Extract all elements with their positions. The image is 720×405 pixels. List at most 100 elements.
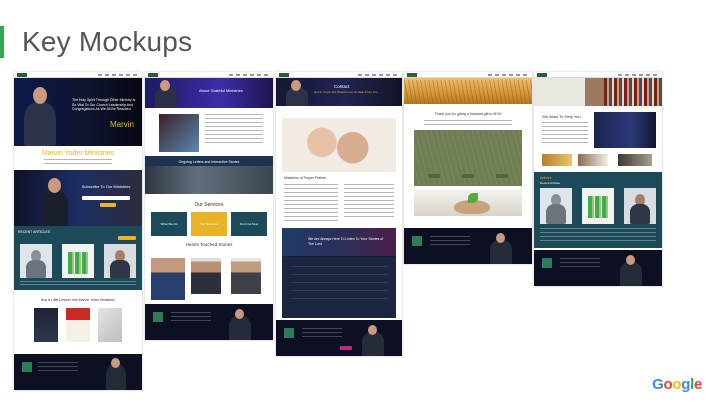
logo-icon: [537, 73, 547, 77]
book-3-image[interactable]: [98, 308, 122, 342]
help-video[interactable]: [594, 112, 656, 148]
service-card-3[interactable]: Find Out Now: [231, 212, 267, 236]
team-photo-1: [151, 258, 185, 300]
mockup-1-books-section: Buy A Little Deeper Into Marvin Yoder Mi…: [14, 290, 142, 354]
help-text: [542, 122, 588, 146]
book-1-image[interactable]: [34, 308, 58, 342]
mockup-4-hero: [404, 72, 532, 104]
bookshelf-image: [604, 78, 662, 106]
contact-form-fields[interactable]: [290, 266, 388, 306]
giving-option-2[interactable]: [462, 174, 474, 178]
hands-image: [282, 118, 396, 172]
article-card-2[interactable]: [582, 188, 614, 224]
article-2-image: [588, 196, 608, 218]
service-card-1-label: What We Do: [160, 222, 178, 226]
footer-person-image: [620, 262, 642, 286]
articles-sub: Recent Articles: [540, 181, 561, 185]
google-logo-letter: g: [681, 376, 691, 393]
book-2-image[interactable]: [66, 308, 90, 342]
mockup-2-nav: [145, 72, 273, 78]
team-photo-2: [191, 258, 221, 294]
wheat-image: [404, 80, 532, 104]
mockup-2-stories-section: Ongoing Letters and Interactive Stories: [145, 156, 273, 194]
google-logo-letter: G: [652, 376, 664, 393]
article-1-body: [26, 260, 46, 278]
resource-thumb-2[interactable]: [578, 154, 608, 166]
footer-person-head: [111, 358, 120, 368]
mockup-1-hero: The Holy Spirit Through Other Ministry I…: [14, 72, 142, 146]
footer-button[interactable]: [340, 346, 352, 350]
service-card-3-label: Find Out Now: [239, 222, 259, 226]
logo-icon: [407, 73, 417, 77]
listen-heading: We Are Always Here To Listen To Your Sto…: [308, 237, 384, 246]
hero-name: Marvin: [110, 120, 135, 129]
team-photo-3: [231, 258, 261, 294]
article-card-3[interactable]: [104, 244, 136, 278]
article-3-body: [630, 204, 650, 224]
service-card-2-label: Our Services: [200, 222, 218, 226]
seedling-leaf: [468, 193, 478, 203]
logo-icon: [279, 73, 289, 77]
mockup-2-about-page: About Grateful Ministries Ongoing Letter…: [145, 72, 273, 340]
google-logo-letter: e: [693, 376, 702, 393]
mockup-4-nav: [404, 72, 532, 78]
footer-person-head: [496, 233, 505, 243]
mockup-5-footer: [534, 250, 662, 286]
resource-thumb-1[interactable]: [542, 154, 572, 166]
service-card-1[interactable]: What We Do: [151, 212, 187, 236]
body-text-right: [344, 184, 394, 218]
article-card-2[interactable]: [62, 244, 94, 278]
footer-person-head: [235, 309, 244, 319]
mockup-2-team-section: Hearts Touched Stories: [145, 242, 273, 304]
google-logo: Google: [652, 376, 702, 393]
view-all-button[interactable]: [118, 236, 136, 240]
mockup-2-hero: About Grateful Ministries: [145, 72, 273, 108]
nav-links: [488, 74, 528, 76]
giving-heading: Thank you for giving a financial gift to…: [434, 112, 502, 116]
giving-option-3[interactable]: [496, 174, 508, 178]
mockup-1-footer: [14, 354, 142, 390]
mockup-4-footer: [404, 228, 532, 264]
books-heading: Buy A Little Deeper Into Marvin Yoder Mi…: [41, 298, 115, 302]
help-heading: We Want To Help You: [542, 114, 581, 119]
article-2-image: [68, 252, 88, 274]
footer-logo-icon: [284, 328, 294, 338]
article-card-1[interactable]: [20, 244, 52, 278]
service-card-2[interactable]: Our Services: [191, 212, 227, 236]
logo-icon: [148, 73, 158, 77]
nav-links: [358, 74, 398, 76]
footer-text: [430, 236, 470, 248]
nav-links: [229, 74, 269, 76]
intro-text: [205, 114, 263, 146]
articles-heading: RECENT ARTICLES: [18, 230, 51, 234]
google-logo-letter: o: [672, 376, 682, 393]
mockup-3-body: Ministries of Prayer Partner: [276, 176, 402, 226]
intro-image: [159, 114, 199, 152]
seedling-image: [414, 190, 522, 216]
subscribe-input[interactable]: [82, 196, 130, 200]
footer-logo-icon: [22, 362, 32, 372]
article-card-1[interactable]: [540, 188, 572, 224]
giving-option-1[interactable]: [428, 174, 440, 178]
subscribe-button[interactable]: [100, 203, 116, 207]
footer-person-image: [490, 240, 512, 264]
footer-person-image: [229, 316, 251, 340]
footer-logo-icon: [153, 312, 163, 322]
article-captions: [540, 228, 656, 242]
hero-quote: The Holy Spirit Through Other Ministry I…: [72, 98, 136, 111]
mockup-4-giving-page: Thank you for giving a financial gift to…: [404, 72, 532, 264]
article-3-body: [110, 260, 130, 278]
team-heading: Hearts Touched Stories: [185, 242, 233, 247]
footer-text: [171, 312, 211, 324]
giving-form[interactable]: [414, 130, 522, 186]
footer-text: [560, 258, 600, 270]
resource-thumb-3[interactable]: [618, 154, 652, 166]
mockup-1-homepage: The Holy Spirit Through Other Ministry I…: [14, 72, 142, 390]
article-card-3[interactable]: [624, 188, 656, 224]
mockup-2-intro: [145, 108, 273, 156]
stories-heading: Ongoing Letters and Interactive Stories: [178, 160, 240, 164]
footer-logo-icon: [542, 258, 552, 268]
hero-person-head: [33, 87, 47, 104]
slide-title: Key Mockups: [22, 26, 193, 57]
speaker-head: [48, 178, 61, 193]
